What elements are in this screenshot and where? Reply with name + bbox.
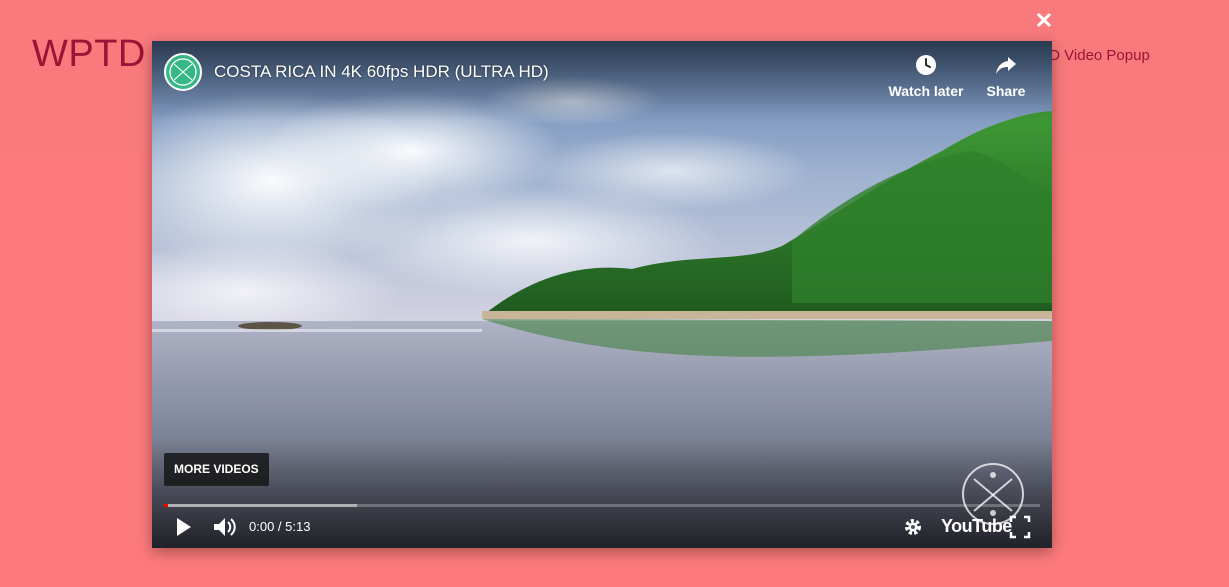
share-label: Share <box>986 83 1026 99</box>
gear-icon[interactable] <box>902 513 924 541</box>
channel-logo-icon <box>169 58 197 86</box>
fullscreen-icon[interactable] <box>1008 513 1032 541</box>
watch-later-button[interactable]: Watch later <box>886 53 966 101</box>
share-arrow-icon <box>996 57 1016 74</box>
clock-icon <box>916 55 936 75</box>
channel-avatar[interactable] <box>164 53 202 91</box>
play-icon[interactable] <box>172 513 196 541</box>
site-logo[interactable]: WPTD <box>32 33 146 76</box>
more-videos-button[interactable]: MORE VIDEOS <box>164 453 269 486</box>
progress-buffered <box>164 504 357 507</box>
progress-played <box>164 504 168 507</box>
youtube-logo[interactable]: YouTube <box>941 516 1012 537</box>
volume-icon[interactable] <box>210 513 238 541</box>
share-button[interactable]: Share <box>966 53 1046 101</box>
watch-later-label: Watch later <box>888 83 964 99</box>
video-player[interactable]: COSTA RICA IN 4K 60fps HDR (ULTRA HD) Wa… <box>152 41 1052 548</box>
close-icon[interactable]: ✕ <box>1034 10 1054 32</box>
video-title[interactable]: COSTA RICA IN 4K 60fps HDR (ULTRA HD) <box>214 62 549 82</box>
progress-bar[interactable] <box>164 504 1040 507</box>
time-display: 0:00 / 5:13 <box>249 519 311 534</box>
